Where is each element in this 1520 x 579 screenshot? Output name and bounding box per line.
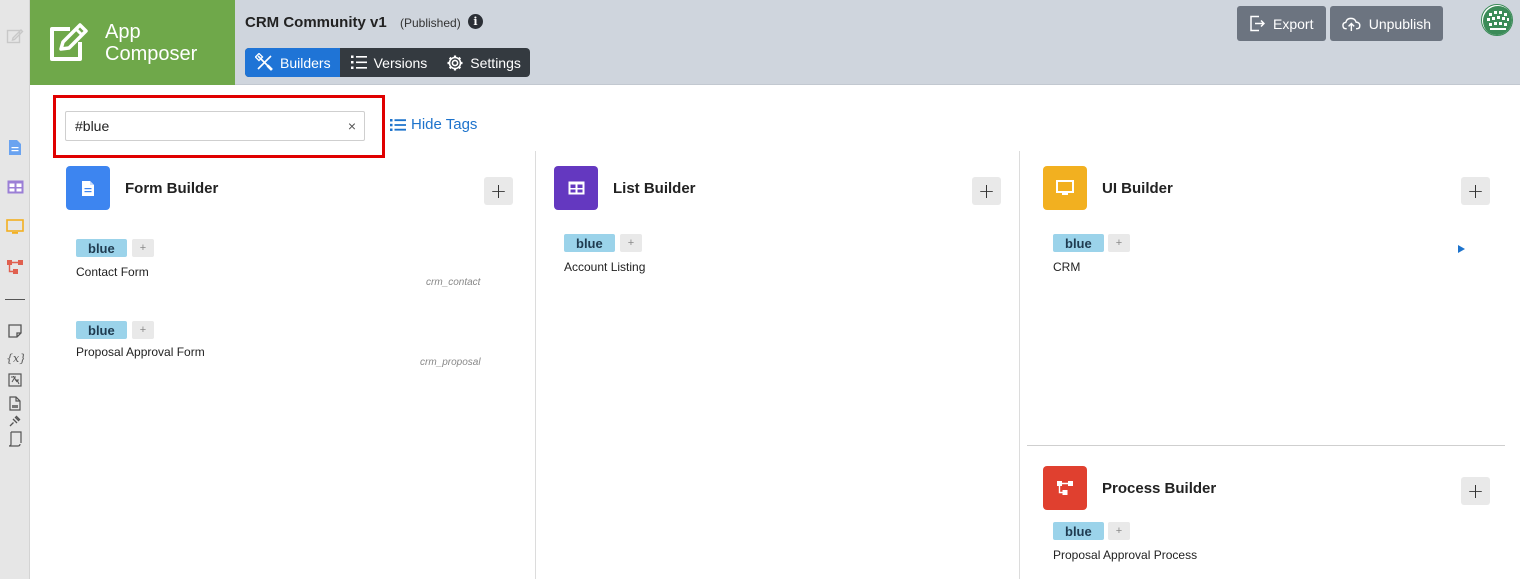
edit-icon[interactable] [6,27,24,45]
process-builder-nav-icon[interactable] [6,258,24,276]
hide-tags-link[interactable]: Hide Tags [390,116,477,133]
play-icon[interactable] [1458,245,1465,253]
tab-versions[interactable]: Versions [340,48,437,77]
tag-blue[interactable]: blue [76,321,127,339]
add-tag-button[interactable]: + [132,239,154,257]
tag-blue[interactable]: blue [564,234,615,252]
add-tag-button[interactable]: + [1108,522,1130,540]
builder-tabs: Builders Versions Settings [245,48,530,77]
unpublish-label: Unpublish [1368,15,1431,32]
list-builder-icon[interactable] [554,166,598,210]
export-label: Export [1273,15,1314,32]
variable-icon[interactable]: {x} [6,349,24,367]
app-title: CRM Community v1 [245,14,387,31]
list-builder-nav-icon[interactable] [6,178,24,196]
app-status: (Published) [400,16,461,30]
left-rail: {x} [0,0,30,579]
column-divider [535,151,536,579]
plugin-icon[interactable] [6,412,24,430]
ui-builder-nav-icon[interactable] [6,218,24,236]
add-process-button[interactable]: + [1461,477,1490,505]
tab-builders[interactable]: Builders [245,48,340,77]
tab-settings-label: Settings [470,54,521,71]
ui-builder-icon[interactable] [1043,166,1087,210]
tag-blue[interactable]: blue [1053,522,1104,540]
export-icon [1250,15,1265,32]
process-builder-title: Process Builder [1102,480,1217,497]
form-builder-nav-icon[interactable] [6,138,24,156]
hide-tags-label: Hide Tags [411,116,478,133]
avatar[interactable] [1481,4,1513,36]
add-tag-button[interactable]: + [1108,234,1130,252]
rail-divider [5,299,25,300]
item-proposal-approval-process[interactable]: Proposal Approval Process [1053,548,1197,562]
app-composer-logo[interactable]: App Composer [30,0,235,85]
form-builder-title: Form Builder [125,180,219,197]
script-icon[interactable] [6,430,24,448]
column-divider [1019,151,1020,579]
logo-text: App Composer [105,21,198,65]
file-icon[interactable] [6,394,24,412]
builders-icon [255,53,273,71]
add-list-button[interactable]: + [972,177,1001,205]
item-id: crm_contact [426,277,481,288]
item-crm[interactable]: CRM [1053,260,1080,274]
ui-builder-title: UI Builder [1102,180,1173,197]
app-header: App Composer CRM Community v1 (Published… [30,0,1520,85]
add-tag-button[interactable]: + [620,234,642,252]
add-ui-button[interactable]: + [1461,177,1490,205]
item-proposal-approval-form[interactable]: Proposal Approval Form [76,345,205,359]
list-builder-title: List Builder [613,180,696,197]
search-input[interactable] [65,111,365,141]
process-builder-icon[interactable] [1043,466,1087,510]
export-button[interactable]: Export [1237,6,1326,41]
clear-search-icon[interactable]: × [345,118,359,134]
add-tag-button[interactable]: + [132,321,154,339]
note-icon[interactable] [6,322,24,340]
item-account-listing[interactable]: Account Listing [564,260,645,274]
tab-builders-label: Builders [280,54,331,71]
list-icon [350,55,367,69]
avatar-icon [1483,6,1512,35]
tab-versions-label: Versions [373,54,428,71]
cloud-upload-icon [1342,17,1361,31]
item-id: crm_proposal [420,357,481,368]
tab-settings[interactable]: Settings [436,48,530,77]
info-icon[interactable]: i [468,14,483,29]
form-builder-icon[interactable] [66,166,110,210]
tag-blue[interactable]: blue [1053,234,1104,252]
list-icon [390,118,406,131]
edit-logo-icon [44,20,90,66]
gear-icon [447,55,463,70]
tag-blue[interactable]: blue [76,239,127,257]
translate-icon[interactable] [6,371,24,389]
svg-text:{x}: {x} [6,352,24,365]
unpublish-button[interactable]: Unpublish [1330,6,1443,41]
section-divider [1027,445,1505,446]
item-contact-form[interactable]: Contact Form [76,265,149,279]
add-form-button[interactable]: + [484,177,513,205]
